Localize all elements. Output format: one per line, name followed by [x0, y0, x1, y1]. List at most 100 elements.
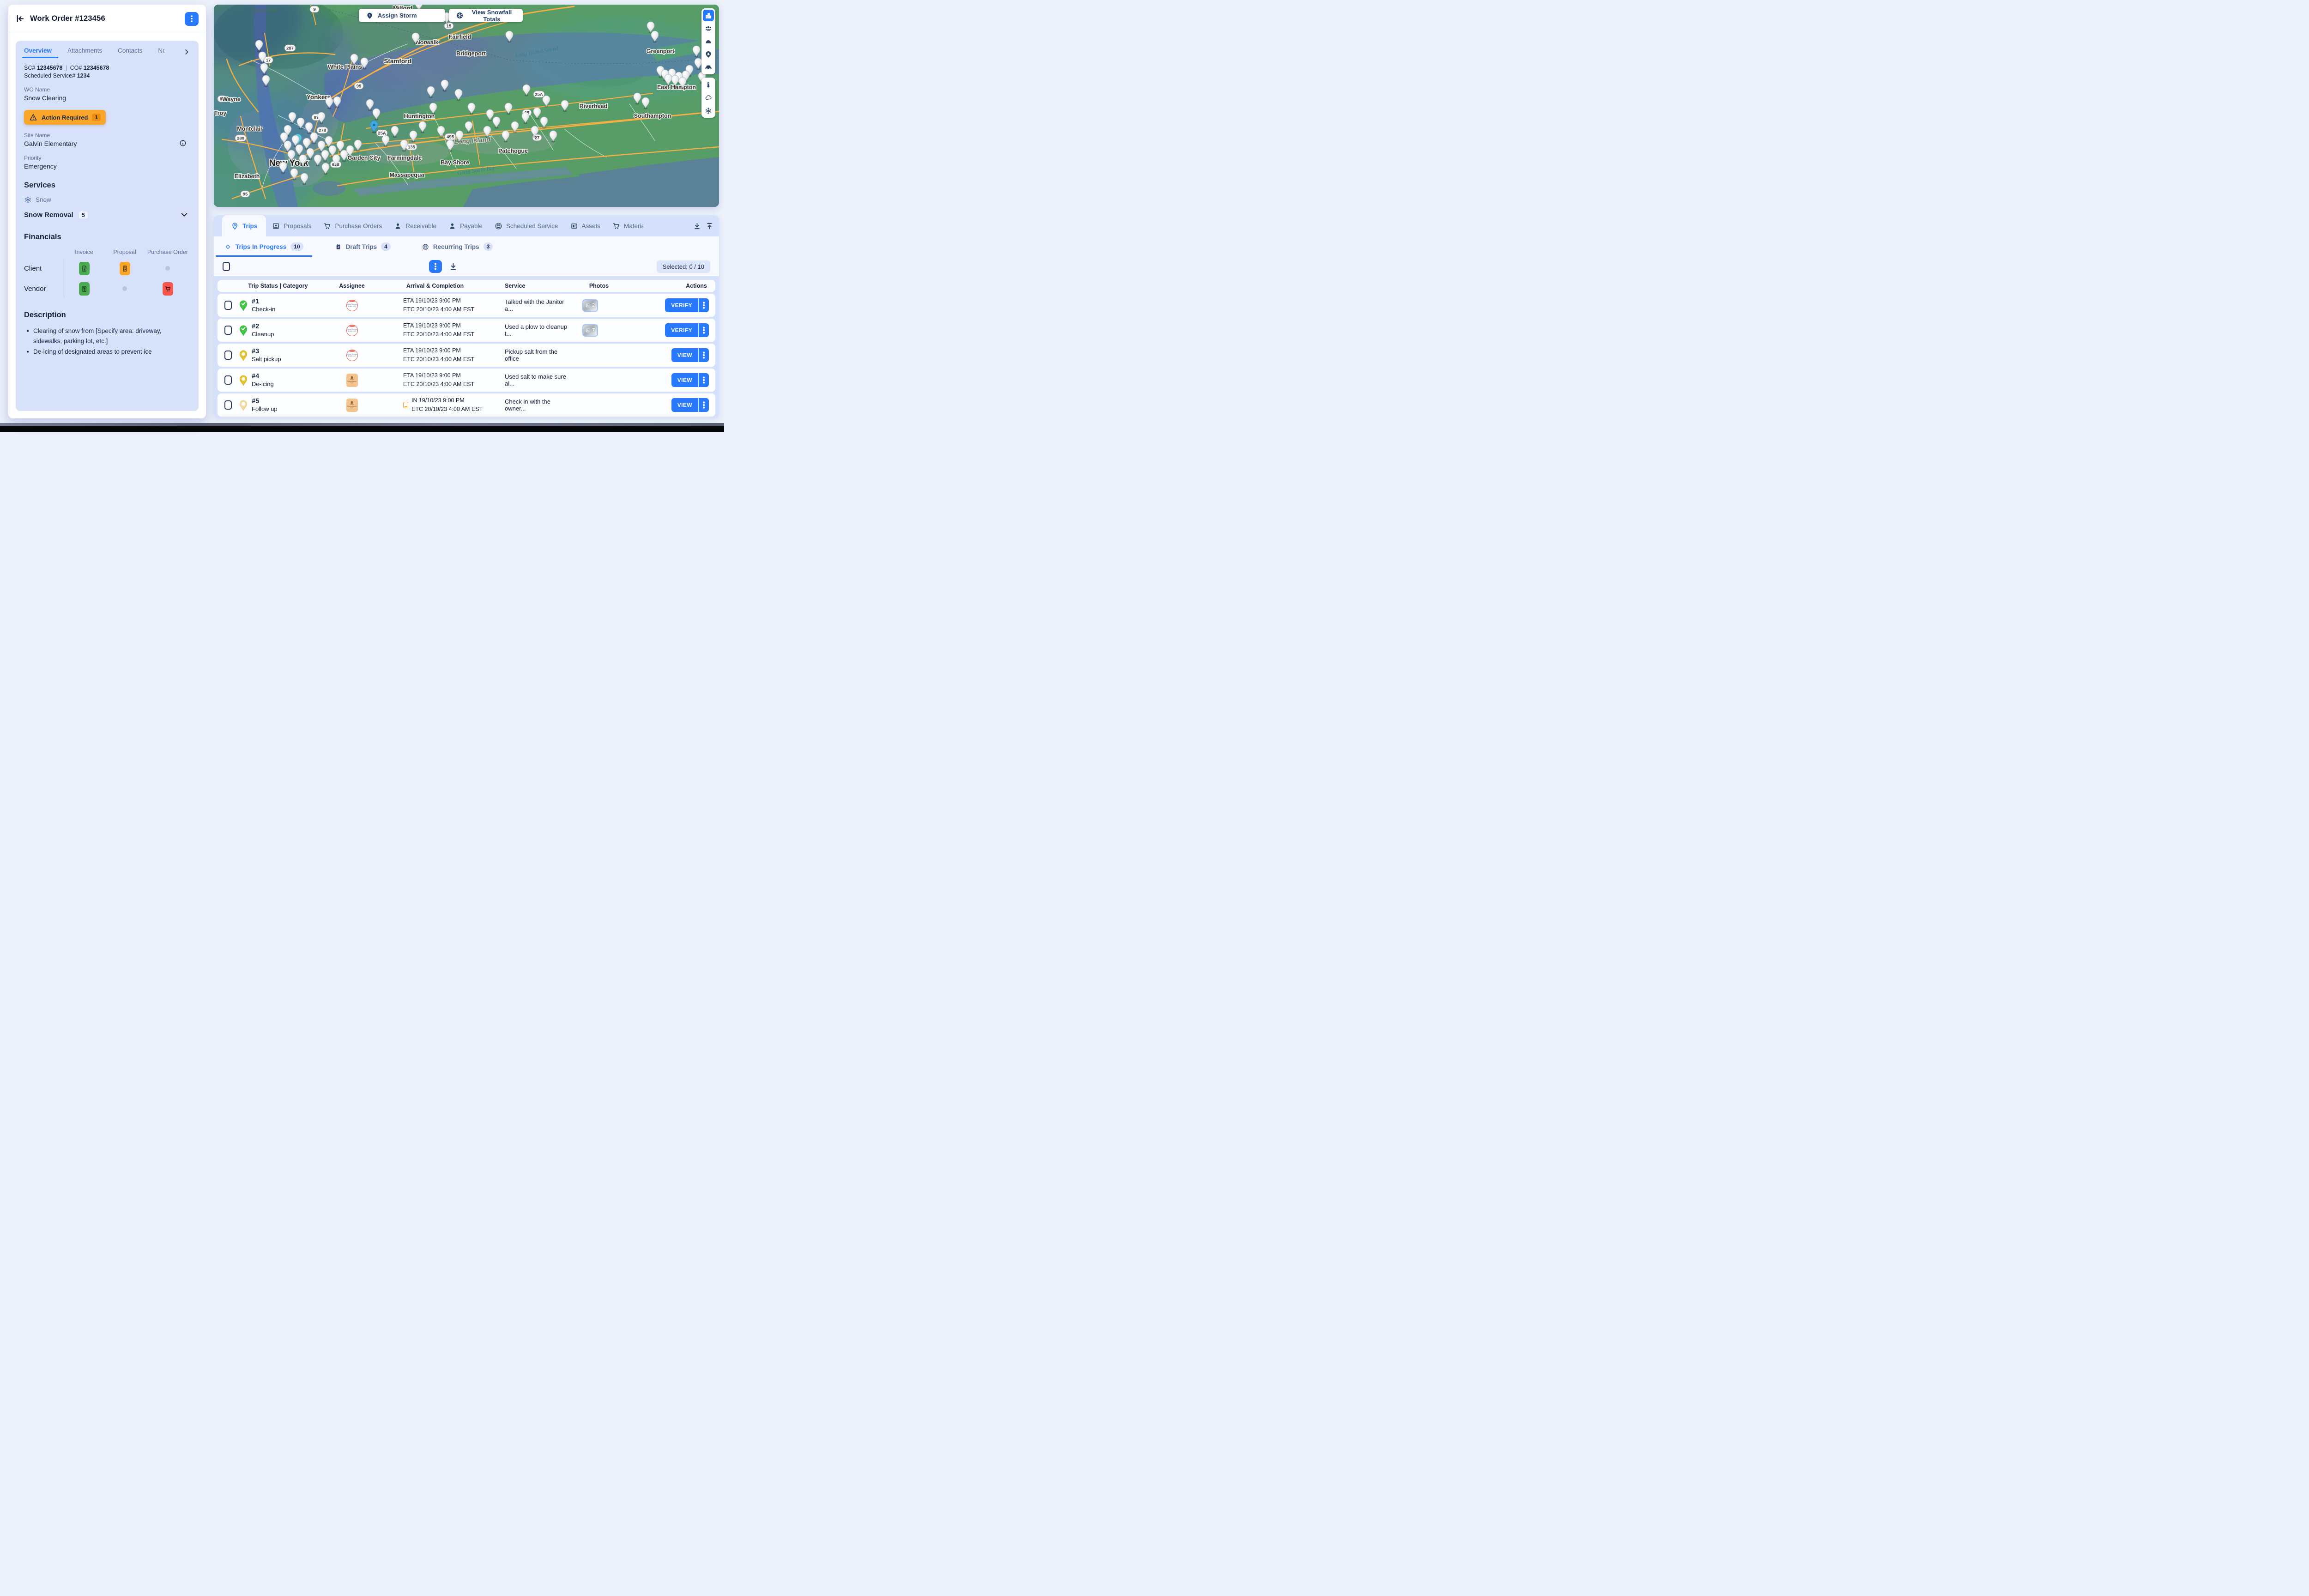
map-canvas[interactable]: 9151728787958727828067849513525A25A25279… [214, 5, 719, 207]
route-shield: 95 [354, 82, 364, 90]
site-info-icon[interactable] [179, 139, 187, 147]
services-heading: Services [24, 181, 55, 189]
chevron-down-icon[interactable] [180, 211, 188, 219]
map-label: Massapequa [389, 172, 424, 178]
assign-storm-button[interactable]: Assign Storm [359, 9, 445, 22]
sites-layer-button[interactable] [703, 10, 714, 21]
client-proposal-button[interactable] [119, 261, 130, 275]
row-checkbox[interactable] [224, 351, 232, 360]
table-row[interactable]: #2 Cleanup Demo Service Broker LLC ETA 19… [218, 319, 715, 342]
client-invoice-button[interactable] [79, 261, 90, 275]
action-required-badge[interactable]: Action Required 1 [24, 110, 106, 125]
map-label: Bay Shore [441, 159, 469, 166]
invoice-icon [81, 285, 88, 292]
assignee-avatar[interactable]: Demo Subcontractor LLC [346, 398, 358, 412]
tab-payable[interactable]: Payable [442, 215, 489, 236]
tab-proposals[interactable]: Proposals [266, 215, 317, 236]
export-download-icon[interactable] [449, 262, 458, 271]
bulk-actions-button[interactable] [429, 260, 442, 273]
map[interactable]: 9151728787958727828067849513525A25A25279… [214, 5, 719, 207]
assignee-avatar[interactable]: Demo Service Broker LLC [346, 349, 358, 361]
subtab-recurring-trips[interactable]: Recurring Trips 3 [412, 236, 502, 257]
assignee-avatar[interactable]: Demo Subcontractor LLC [346, 373, 358, 387]
collapse-up-icon[interactable] [706, 222, 713, 230]
row-menu-button[interactable] [699, 323, 709, 337]
person-icon [394, 222, 402, 230]
building-icon [705, 12, 712, 19]
row-checkbox[interactable] [224, 375, 232, 385]
table-row[interactable]: #1 Check-in Demo Service Broker LLC ETA 1… [218, 294, 715, 317]
trip-category: Salt pickup [252, 355, 281, 363]
trip-category: De-icing [252, 380, 274, 387]
download-icon[interactable] [693, 222, 701, 230]
select-all-checkbox[interactable] [223, 262, 230, 271]
trips-panel: Trips Proposals Purchase Orders Receivab… [214, 215, 719, 418]
tab-attachments[interactable]: Attachments [67, 47, 102, 58]
table-header: Trip Status | Category Assignee Arrival … [218, 280, 715, 292]
view-snowfall-totals-button[interactable]: View Snowfall Totals [449, 9, 523, 23]
invoice-icon [81, 265, 88, 272]
row-checkbox[interactable] [224, 326, 232, 335]
tab-scheduled-service[interactable]: Scheduled Service [489, 215, 564, 236]
assignee-avatar[interactable]: Demo Service Broker LLC [346, 324, 358, 336]
table-row[interactable]: #4 De-icing Demo Subcontractor LLC ETA 19… [218, 369, 715, 392]
vehicles-layer-button[interactable] [703, 61, 714, 73]
row-checkbox[interactable] [224, 301, 232, 310]
view-button[interactable]: VIEW [671, 348, 709, 362]
view-button[interactable]: VIEW [671, 373, 709, 387]
description-list: Clearing of snow from [Specify area: dri… [24, 326, 190, 357]
proposal-icon [121, 265, 128, 272]
photo-count: 7 [592, 327, 595, 333]
tab-assets[interactable]: Assets [564, 215, 607, 236]
verify-button[interactable]: VERIFY [665, 323, 709, 337]
tabs-scroll-right-button[interactable] [183, 48, 190, 58]
tab-purchase-orders[interactable]: Purchase Orders [317, 215, 388, 236]
photos-thumbnail[interactable]: 7 [582, 324, 598, 337]
checked-in-icon [403, 402, 408, 408]
person-icon [448, 222, 456, 230]
service-group-row[interactable]: Snow Removal 5 [24, 211, 190, 219]
table-row[interactable]: #3 Salt pickup Demo Service Broker LLC ET… [218, 344, 715, 367]
page-title: Work Order #123456 [30, 14, 105, 23]
cloud-icon [705, 94, 712, 102]
vendor-purchase-order-button[interactable] [162, 282, 173, 296]
trips-in-progress-count: 10 [290, 242, 303, 251]
table-row[interactable]: #5 Follow up Demo Subcontractor LLC IN 19… [218, 393, 715, 417]
tab-trips[interactable]: Trips [222, 215, 266, 236]
photo-icon [586, 328, 591, 333]
contractors-layer-button[interactable] [703, 36, 714, 47]
subtab-draft-trips[interactable]: Draft Trips 4 [325, 236, 400, 257]
subtab-trips-in-progress[interactable]: Trips In Progress 10 [215, 236, 313, 257]
trip-category: Check-in [252, 305, 276, 313]
workers-layer-button[interactable] [703, 48, 714, 60]
vendor-invoice-button[interactable] [79, 282, 90, 296]
temperature-layer-button[interactable] [703, 79, 714, 91]
collapse-panel-icon[interactable] [16, 14, 24, 23]
view-button[interactable]: VIEW [671, 398, 709, 412]
map-label: State Park [254, 8, 278, 13]
reference-numbers: SC# 12345678 | CO# 12345678 [24, 65, 109, 71]
row-menu-button[interactable] [699, 373, 709, 387]
financials-heading: Financials [24, 233, 61, 241]
service-note: Used salt to make sure al... [505, 373, 566, 387]
tab-materials[interactable]: Materials [606, 215, 649, 236]
row-menu-button[interactable] [699, 398, 709, 412]
tab-notes[interactable]: Notes [158, 47, 164, 58]
tab-contacts[interactable]: Contacts [118, 47, 142, 58]
verify-button[interactable]: VERIFY [665, 298, 709, 312]
row-menu-button[interactable] [699, 348, 709, 362]
row-checkbox[interactable] [224, 400, 232, 410]
crews-layer-button[interactable] [703, 23, 714, 34]
photos-thumbnail[interactable]: 2 [582, 299, 598, 312]
row-menu-button[interactable] [699, 298, 709, 312]
clouds-layer-button[interactable] [703, 92, 714, 103]
tab-receivable[interactable]: Receivable [388, 215, 442, 236]
site-name-label: Site Name [24, 132, 50, 139]
assignee-avatar[interactable]: Demo Service Broker LLC [346, 299, 358, 311]
snow-layer-button[interactable] [703, 105, 714, 116]
description-bullet: Clearing of snow from [Specify area: dri… [26, 326, 190, 347]
kebab-icon [191, 18, 193, 20]
work-order-menu-button[interactable] [185, 12, 199, 26]
map-layer-controls [701, 8, 715, 74]
tab-overview[interactable]: Overview [22, 47, 59, 58]
